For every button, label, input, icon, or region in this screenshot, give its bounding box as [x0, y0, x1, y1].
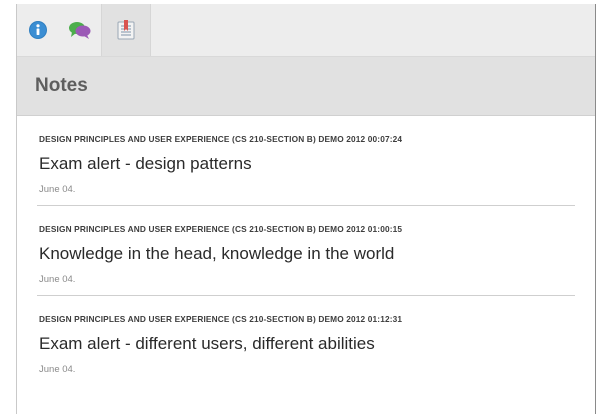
tab-info[interactable]: [17, 4, 59, 56]
note-date: June 04.: [39, 364, 76, 375]
tab-notes[interactable]: [101, 4, 151, 56]
note-title[interactable]: Knowledge in the head, knowledge in the …: [39, 244, 575, 264]
notes-panel: Notes DESIGN PRINCIPLES AND USER EXPERIE…: [16, 4, 596, 414]
list-item[interactable]: DESIGN PRINCIPLES AND USER EXPERIENCE (C…: [37, 206, 575, 296]
notes-bookmark-icon: [117, 20, 135, 40]
tab-bar: [17, 4, 595, 56]
page-title: Notes: [35, 75, 88, 96]
info-icon: [29, 21, 47, 39]
list-item[interactable]: DESIGN PRINCIPLES AND USER EXPERIENCE (C…: [37, 116, 575, 206]
note-meta: DESIGN PRINCIPLES AND USER EXPERIENCE (C…: [39, 314, 403, 324]
note-meta: DESIGN PRINCIPLES AND USER EXPERIENCE (C…: [39, 224, 403, 234]
chat-icon: [69, 22, 91, 39]
note-date: June 04.: [39, 274, 76, 285]
list-item[interactable]: DESIGN PRINCIPLES AND USER EXPERIENCE (C…: [37, 296, 575, 385]
note-date: June 04.: [39, 184, 76, 195]
note-meta: DESIGN PRINCIPLES AND USER EXPERIENCE (C…: [39, 134, 403, 144]
notes-list: DESIGN PRINCIPLES AND USER EXPERIENCE (C…: [17, 116, 595, 385]
note-title[interactable]: Exam alert - design patterns: [39, 154, 575, 174]
tab-chat[interactable]: [59, 4, 101, 56]
note-title[interactable]: Exam alert - different users, different …: [39, 334, 575, 354]
notes-header: Notes: [17, 56, 595, 116]
